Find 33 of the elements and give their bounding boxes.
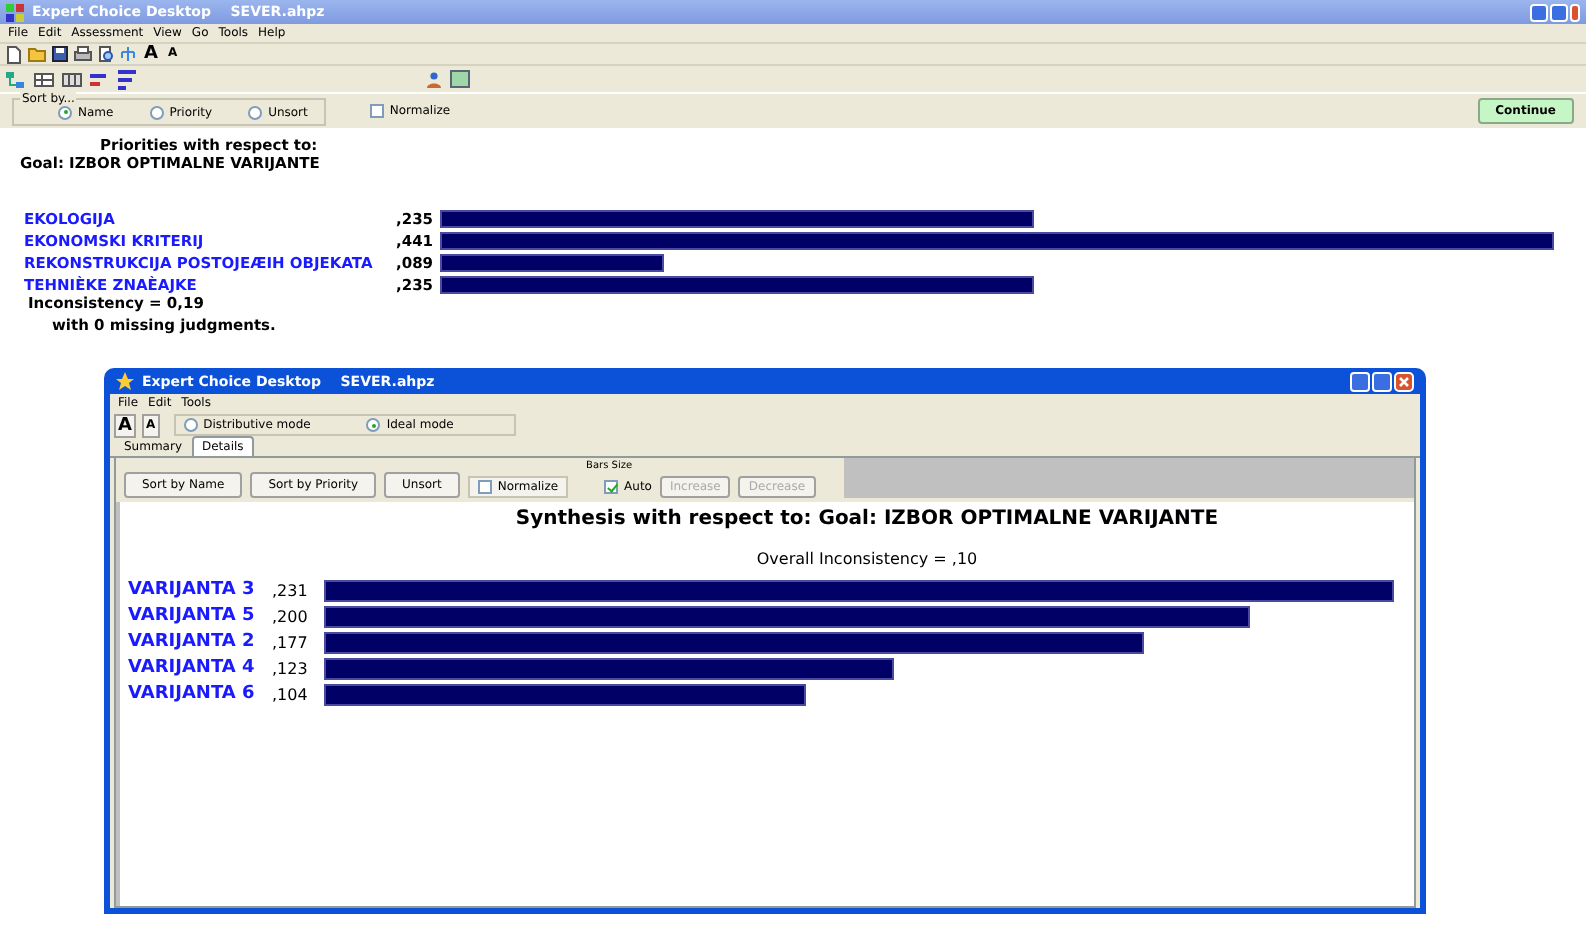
alternative-name[interactable]: VARIJANTA 6 xyxy=(128,684,272,704)
person-icon[interactable] xyxy=(426,71,442,87)
bar-chart-icon[interactable] xyxy=(118,69,138,89)
new-file-icon[interactable] xyxy=(6,45,22,63)
alternative-name[interactable]: VARIJANTA 4 xyxy=(128,658,272,678)
minimize-button[interactable] xyxy=(1530,3,1548,21)
app-icon xyxy=(6,3,24,21)
font-increase-button[interactable]: A xyxy=(114,413,136,437)
table-icon[interactable] xyxy=(34,71,54,87)
tree-icon[interactable] xyxy=(120,46,136,62)
minimize-button[interactable] xyxy=(1350,371,1370,391)
priority-value: ,177 xyxy=(272,633,310,651)
priority-value: ,200 xyxy=(272,607,310,625)
app-icon xyxy=(116,372,134,390)
preview-icon[interactable] xyxy=(98,46,114,62)
font-increase-button[interactable]: A xyxy=(142,44,160,64)
maximize-button[interactable] xyxy=(1372,371,1392,391)
bar-chart-icon[interactable] xyxy=(90,71,110,87)
grid-icon[interactable] xyxy=(62,71,82,87)
alternative-name[interactable]: VARIJANTA 5 xyxy=(128,606,272,626)
synthesis-heading: Synthesis with respect to: Goal: IZBOR OPTIMALNE VARIJANTE xyxy=(513,508,1221,530)
window-icon[interactable] xyxy=(450,70,470,88)
alternative-name[interactable]: VARIJANTA 3 xyxy=(128,580,272,600)
save-icon[interactable] xyxy=(52,46,68,62)
priority-value: ,231 xyxy=(272,581,310,599)
close-button[interactable] xyxy=(1394,371,1414,391)
print-icon[interactable] xyxy=(74,46,92,62)
restore-button[interactable] xyxy=(1550,3,1568,21)
priority-value: ,123 xyxy=(272,659,310,677)
inconsistency-label: Overall Inconsistency = ,10 xyxy=(754,550,980,568)
alternative-name[interactable]: VARIJANTA 2 xyxy=(128,632,272,652)
close-button[interactable] xyxy=(1570,3,1580,21)
priority-value: ,104 xyxy=(272,685,310,703)
